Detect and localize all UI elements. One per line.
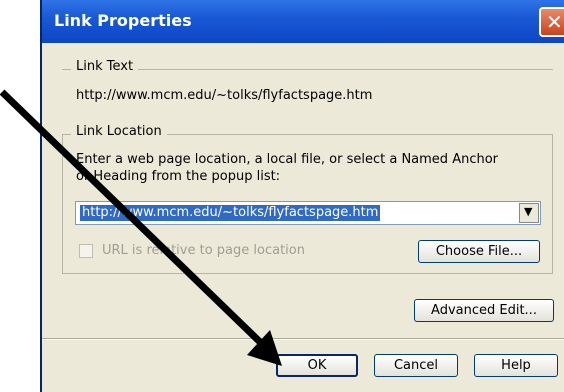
close-button[interactable]: ✕ [539, 7, 564, 37]
link-properties-dialog: Link Properties ✕ Link Text http://www.m… [40, 0, 564, 392]
url-dropdown-button[interactable]: ▼ [519, 203, 539, 223]
relative-url-checkbox[interactable] [79, 244, 93, 258]
url-input[interactable]: http://www.mcm.edu/~tolks/flyfactspage.h… [80, 205, 381, 221]
choose-file-button[interactable]: Choose File... [418, 240, 540, 263]
button-separator [42, 338, 564, 340]
location-instructions-line1: Enter a web page location, a local file,… [76, 152, 499, 167]
cancel-button[interactable]: Cancel [374, 354, 458, 377]
title-bar[interactable]: Link Properties ✕ [42, 0, 564, 43]
close-icon: ✕ [546, 10, 563, 34]
advanced-edit-button[interactable]: Advanced Edit... [414, 299, 554, 322]
dropdown-arrow-icon: ▼ [524, 205, 533, 218]
relative-url-label: URL is relative to page location [102, 243, 305, 258]
link-location-legend: Link Location [71, 124, 167, 139]
dialog-title: Link Properties [54, 11, 192, 30]
location-instructions-line2: or Heading from the popup list: [76, 169, 281, 184]
help-button[interactable]: Help [474, 354, 558, 377]
ok-button[interactable]: OK [276, 354, 358, 377]
link-text-legend: Link Text [71, 59, 139, 74]
link-text-value: http://www.mcm.edu/~tolks/flyfactspage.h… [76, 88, 373, 103]
url-combobox[interactable]: http://www.mcm.edu/~tolks/flyfactspage.h… [75, 201, 541, 225]
